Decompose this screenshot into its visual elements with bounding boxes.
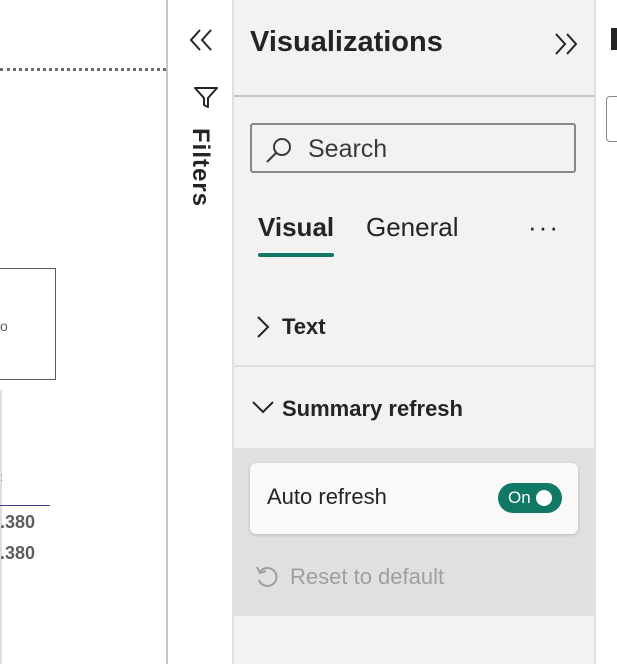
- pane-title-fragment: [611, 28, 617, 50]
- data-search-input-fragment[interactable]: [606, 96, 617, 142]
- header-divider: [234, 95, 594, 97]
- visual-card[interactable]: [0, 268, 56, 380]
- visual-card-glyph: o: [0, 318, 8, 334]
- auto-refresh-toggle[interactable]: On: [498, 483, 562, 513]
- reset-to-default-label: Reset to default: [290, 564, 445, 589]
- reset-to-default-button[interactable]: Reset to default: [254, 564, 444, 595]
- data-pane-edge: [596, 0, 617, 664]
- filters-pane-collapsed[interactable]: Filters: [168, 0, 232, 664]
- tab-visual[interactable]: Visual: [258, 212, 334, 243]
- table-header-rule: [0, 505, 50, 506]
- double-chevron-left-icon[interactable]: [187, 26, 215, 59]
- more-options-button[interactable]: ···: [528, 212, 560, 243]
- table-value: .380: [0, 543, 36, 563]
- visual-border-dotted: [0, 68, 166, 71]
- filters-label[interactable]: Filters: [186, 128, 214, 207]
- search-icon: [264, 136, 294, 169]
- chevron-down-icon: [250, 398, 276, 421]
- search-box[interactable]: [250, 123, 576, 173]
- double-chevron-right-icon[interactable]: [552, 30, 580, 63]
- report-canvas: o : .380 .380: [0, 0, 166, 664]
- auto-refresh-card: Auto refresh On: [250, 463, 578, 534]
- section-text-header[interactable]: Text: [234, 290, 594, 364]
- funnel-icon: [193, 84, 219, 115]
- auto-refresh-label: Auto refresh: [267, 484, 387, 509]
- pane-title: Visualizations: [250, 26, 443, 58]
- canvas-fragment: :: [0, 470, 4, 484]
- reset-icon: [254, 566, 280, 594]
- section-summary-refresh-header[interactable]: Summary refresh: [234, 368, 594, 446]
- section-summary-refresh-label: Summary refresh: [282, 396, 463, 421]
- tab-selected-indicator: [258, 253, 334, 257]
- search-input[interactable]: [306, 133, 560, 165]
- toggle-state-text: On: [508, 488, 531, 507]
- toggle-knob: [536, 490, 552, 506]
- table-value: .380: [0, 512, 36, 532]
- chevron-right-icon: [254, 314, 272, 345]
- visualizations-pane: Visualizations Visual General ··· Text: [234, 0, 594, 664]
- summary-refresh-body: Auto refresh On Reset to default: [234, 448, 594, 616]
- section-divider: [234, 365, 594, 367]
- tab-general[interactable]: General: [366, 212, 459, 243]
- section-text-label: Text: [282, 314, 326, 339]
